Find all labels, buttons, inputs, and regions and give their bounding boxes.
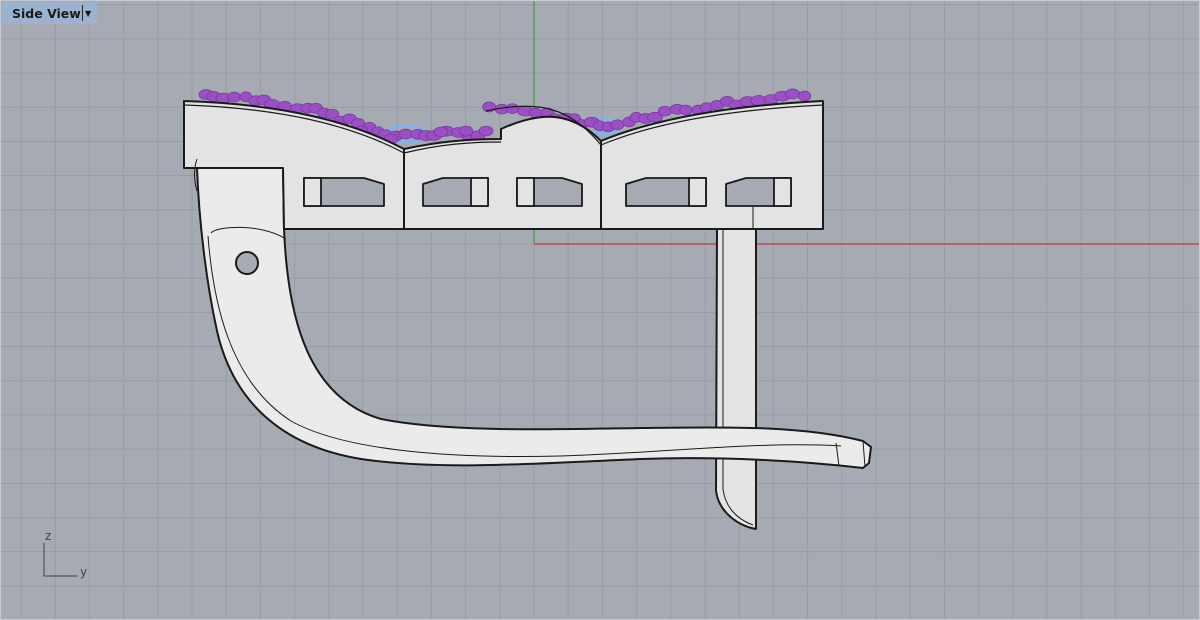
gem (458, 125, 474, 137)
ring-model[interactable] (183, 88, 872, 530)
opening-panel (516, 177, 535, 207)
z-axis-label: z (45, 529, 52, 543)
viewport-title[interactable]: Side View (2, 6, 82, 21)
gem (657, 105, 672, 117)
arm-hole (235, 251, 259, 275)
viewport-canvas[interactable] (1, 1, 1200, 620)
gem (798, 90, 812, 102)
gem (398, 128, 413, 140)
gem (610, 119, 625, 131)
triangle-down-icon[interactable]: ▼ (85, 9, 91, 18)
axes-icon: z y (39, 529, 99, 583)
opening-panel (470, 177, 489, 207)
gem (433, 126, 449, 138)
opening-panel (773, 177, 792, 207)
construction-grid (1, 1, 1199, 619)
tab-separator (82, 5, 83, 21)
opening-panel (303, 177, 322, 207)
y-axis-label: y (80, 565, 88, 579)
gem (478, 125, 494, 137)
side-viewport[interactable]: Side View ▼ z y (0, 0, 1200, 620)
gem (505, 103, 519, 114)
gem (227, 91, 242, 103)
gem (785, 88, 801, 100)
viewport-title-tab[interactable]: Side View ▼ (2, 2, 97, 24)
gem (679, 104, 693, 116)
pin-shank (715, 228, 757, 530)
opening-panel (688, 177, 707, 207)
